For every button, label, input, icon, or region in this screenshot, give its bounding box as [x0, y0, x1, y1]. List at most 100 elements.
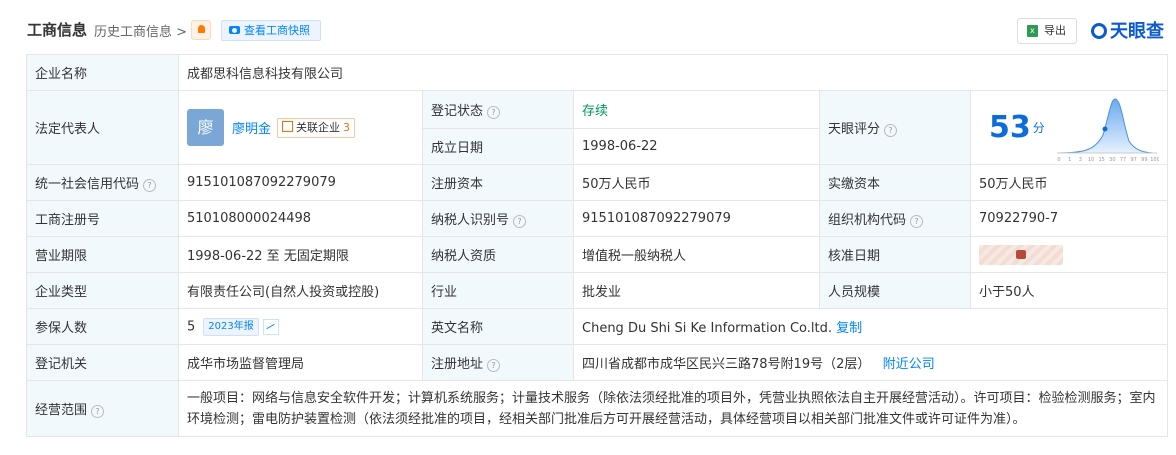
score-axis-tick-label: 15: [1098, 157, 1104, 163]
org-code-label: 组织机构代码?: [819, 200, 971, 237]
org-code-label-text: 组织机构代码: [828, 213, 907, 228]
help-icon[interactable]: ?: [513, 215, 527, 228]
score-axis-tick-label: 10: [1088, 157, 1094, 163]
score-axis-tick-label: 99: [1141, 157, 1147, 163]
reg-capital-label: 注册资本: [422, 164, 574, 201]
snapshot-label: 查看工商快照: [244, 24, 310, 37]
term-label: 营业期限: [26, 236, 179, 273]
score-axis-tick-label: 3: [1079, 157, 1082, 163]
header: 工商信息 历史工商信息 > 查看工商快照 导出 天眼查: [0, 0, 1176, 54]
related-count: 3: [343, 120, 351, 134]
bell-icon[interactable]: [191, 20, 211, 40]
address-label: 注册地址?: [422, 344, 574, 381]
score-axis-tick-label: 30: [1109, 157, 1115, 163]
help-icon[interactable]: ?: [884, 124, 898, 137]
found-date: 1998-06-22: [573, 127, 820, 165]
taxpayer: 增值税一般纳税人: [573, 236, 820, 273]
reg-status-label-text: 登记状态: [431, 103, 484, 119]
company-name-label: 企业名称: [26, 54, 179, 91]
help-icon[interactable]: ?: [487, 105, 501, 119]
link-icon: [282, 120, 294, 132]
en-name-cell: Cheng Du Shi Si Ke Information Co.ltd. 复…: [572, 308, 1169, 345]
score-marker: [1102, 126, 1108, 132]
company-name: 成都思科信息科技有限公司: [177, 54, 1169, 91]
legal-rep-name[interactable]: 廖明金: [232, 118, 271, 137]
trend-chart-icon[interactable]: [262, 318, 279, 335]
credit-code: 915101087092279079: [178, 164, 423, 201]
paid-capital: 50万人民币: [969, 164, 1169, 201]
credit-code-label: 统一社会信用代码?: [26, 164, 179, 201]
authority: 成华市场监督管理局: [178, 344, 423, 381]
score-label-cell: 天眼评分?: [819, 90, 971, 165]
score-axis-ticks: 0 1 3 10 15 30 77 97 99 100: [1057, 157, 1159, 163]
tax-id-label: 纳税人识别号?: [422, 200, 574, 237]
industry-label: 行业: [422, 272, 574, 309]
score-axis-tick-label: 77: [1120, 157, 1126, 163]
address-label-text: 注册地址: [431, 357, 484, 372]
insured-cell: 5 2023年报: [178, 308, 423, 345]
staff-size: 小于50人: [969, 272, 1169, 309]
approve-label: 核准日期: [819, 236, 971, 273]
related-label: 关联企业: [296, 120, 341, 134]
snapshot-button[interactable]: 查看工商快照: [221, 20, 321, 41]
authority-label: 登记机关: [26, 344, 179, 381]
score-axis-tick-label: 100: [1150, 157, 1159, 163]
en-name: Cheng Du Shi Si Ke Information Co.ltd.: [582, 321, 832, 336]
staff-label: 人员规模: [819, 272, 971, 309]
avatar[interactable]: 廖: [187, 109, 224, 146]
score-axis-tick-label: 0: [1057, 157, 1060, 163]
found-date-label: 成立日期: [422, 127, 574, 165]
legal-rep-cell: 廖廖明金 关联企业 3: [178, 90, 423, 165]
address-cell: 四川省成都市成华区民兴三路78号附19号（2层） 附近公司: [572, 344, 1169, 381]
reg-no-label: 工商注册号: [26, 200, 179, 237]
nearby-companies-link[interactable]: 附近公司: [883, 357, 935, 372]
paid-capital-label: 实缴资本: [819, 164, 971, 201]
camera-icon: [229, 26, 240, 34]
section-title: 工商信息: [27, 21, 88, 39]
tax-id-label-text: 纳税人识别号: [431, 213, 510, 228]
address: 四川省成都市成华区民兴三路78号附19号（2层）: [582, 357, 871, 372]
score-label: 天眼评分: [828, 122, 881, 137]
taxpayer-label: 纳税人资质: [422, 236, 574, 273]
excel-icon: [1027, 19, 1038, 43]
industry: 批发业: [573, 272, 820, 309]
scope-label-text: 经营范围: [35, 403, 88, 418]
locked-value-lock-icon[interactable]: [979, 244, 1063, 265]
year-report-dropdown[interactable]: 2023年报: [203, 317, 259, 336]
export-label: 导出: [1044, 24, 1066, 37]
type-label: 企业类型: [26, 272, 179, 309]
scope-label: 经营范围?: [26, 380, 179, 437]
help-icon[interactable]: ?: [910, 215, 924, 228]
export-button[interactable]: 导出: [1017, 18, 1077, 44]
tax-id: 915101087092279079: [573, 200, 820, 237]
reg-no: 510108000024498: [178, 200, 423, 237]
brand-eye-icon: [1091, 23, 1107, 39]
copy-button[interactable]: 复制: [836, 321, 862, 336]
business-scope: 一般项目：网络与信息安全软件开发；计算机系统服务；计量技术服务（除依法须经批准的…: [177, 380, 1169, 437]
insured-count: 5: [187, 319, 196, 334]
help-icon[interactable]: ?: [143, 179, 157, 192]
legal-rep-label: 法定代表人: [26, 90, 179, 165]
credit-code-label-text: 统一社会信用代码: [35, 177, 140, 192]
score-value: 53: [989, 110, 1031, 145]
reg-status-label: 登记状态?: [422, 90, 574, 129]
business-info-table: 企业名称 成都思科信息科技有限公司 法定代表人 廖廖明金 关联企业 3 登记状态? …: [26, 54, 1169, 437]
approve-date-cell: [969, 236, 1169, 273]
reg-status: 存续: [573, 90, 820, 129]
help-icon[interactable]: ?: [487, 359, 501, 372]
score-unit: 分: [1032, 121, 1045, 135]
brand-logo: 天眼查: [1091, 17, 1164, 43]
related-companies-tag[interactable]: 关联企业 3: [277, 117, 356, 138]
company-type: 有限责任公司(自然人投资或控股): [178, 272, 423, 309]
help-icon[interactable]: ?: [91, 405, 105, 418]
org-code: 70922790-7: [969, 200, 1169, 237]
reg-capital: 50万人民币: [573, 164, 820, 201]
score-curve-area: [1056, 98, 1158, 154]
brand-name: 天眼查: [1110, 21, 1164, 42]
en-name-label: 英文名称: [422, 308, 574, 345]
score-axis-tick-label: 97: [1130, 157, 1136, 163]
term: 1998-06-22 至 无固定期限: [178, 236, 423, 273]
score-axis-tick-label: 1: [1068, 157, 1071, 163]
history-link[interactable]: 历史工商信息 >: [94, 21, 187, 40]
score-distribution-chart: 0 1 3 10 15 30 77 97 99 100: [1056, 98, 1159, 163]
